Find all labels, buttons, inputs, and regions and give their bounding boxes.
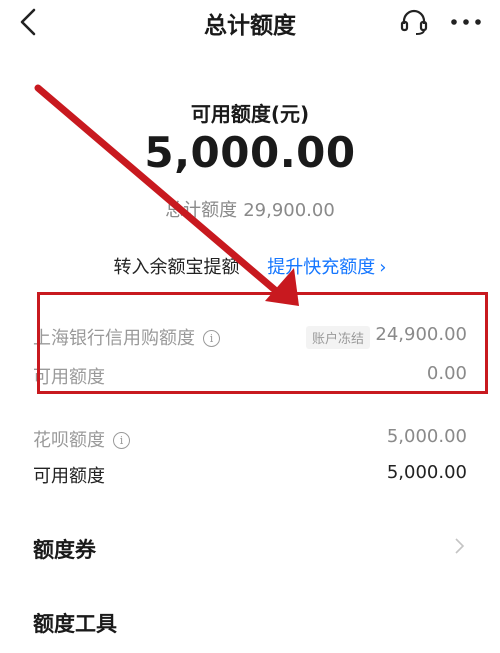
annotation-arrow <box>34 84 299 306</box>
